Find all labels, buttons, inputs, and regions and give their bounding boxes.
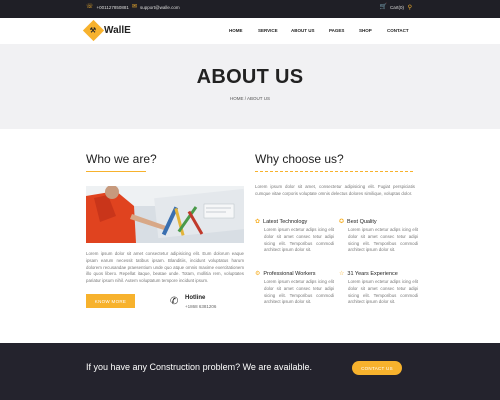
top-phone-text: +001127850881 bbox=[96, 4, 129, 10]
search-icon[interactable]: ⚲ bbox=[408, 4, 412, 11]
who-heading: Who we are? bbox=[86, 152, 157, 166]
feature-text: Lorem ipsum ectetur adips icing elit dol… bbox=[264, 279, 334, 305]
top-phone[interactable]: ☏ +001127850881 bbox=[86, 4, 129, 10]
nav-home[interactable]: HOME bbox=[229, 28, 243, 33]
trophy-icon: ☆ bbox=[339, 271, 345, 277]
know-more-button[interactable]: KNOW MORE bbox=[86, 294, 135, 308]
logo-text: WallE bbox=[104, 25, 131, 36]
page-title: ABOUT US bbox=[196, 66, 304, 88]
feature-title: Best Quality bbox=[347, 218, 377, 225]
mail-icon: ✉ bbox=[132, 4, 138, 10]
phone-icon: ☏ bbox=[86, 4, 94, 10]
top-email-text: support@walle.com bbox=[140, 4, 180, 10]
why-intro: Lorem ipsum dolor sit amet, consectetur … bbox=[255, 184, 415, 196]
contact-us-button[interactable]: CONTACT US bbox=[352, 361, 402, 375]
feature-text: Lorem ipsum ectetur adips icing elit dol… bbox=[348, 279, 418, 305]
who-body: Lorem ipsum dolor sit amet consectetur a… bbox=[86, 251, 244, 284]
top-bar: ☏ +001127850881 ✉ support@walle.com 🛒 Ca… bbox=[0, 0, 500, 18]
top-email[interactable]: ✉ support@walle.com bbox=[132, 4, 180, 10]
workers-icon: ⚙ bbox=[255, 271, 261, 277]
bulb-icon: ✿ bbox=[255, 219, 261, 225]
nav-service[interactable]: SERVICE bbox=[258, 28, 278, 33]
cart-icon: 🛒 bbox=[379, 4, 387, 10]
nav-pages[interactable]: PAGES bbox=[329, 28, 344, 33]
team-photo bbox=[86, 186, 244, 243]
nav-about-us[interactable]: ABOUT US bbox=[291, 28, 315, 33]
why-heading: Why choose us? bbox=[255, 152, 344, 166]
hotline-number: +1868 6381206 bbox=[185, 304, 217, 309]
feature-text: Lorem ipsum ectetur adips icing elit dol… bbox=[264, 227, 334, 253]
who-underline bbox=[86, 171, 146, 172]
cart-text: Cart(0) bbox=[389, 4, 404, 10]
nav-shop[interactable]: SHOP bbox=[359, 28, 372, 33]
cta-message: If you have any Construction problem? We… bbox=[86, 362, 312, 372]
nav-contact[interactable]: CONTACT bbox=[387, 28, 409, 33]
cta-banner: If you have any Construction problem? We… bbox=[0, 343, 500, 400]
breadcrumb[interactable]: HOME / ABOUT US bbox=[0, 96, 500, 101]
feature-title: Professional Workers bbox=[263, 270, 316, 277]
feature-text: Lorem ipsum ectetur adips icing elit dol… bbox=[348, 227, 418, 253]
feature-title: Latest Technology bbox=[263, 218, 308, 225]
logo-mark-icon: ⚒ bbox=[82, 19, 105, 42]
cart-link[interactable]: 🛒 Cart(0) bbox=[380, 4, 405, 10]
team-photo-graphic bbox=[86, 186, 244, 243]
page-hero: ABOUT US HOME / ABOUT US bbox=[0, 44, 500, 129]
why-underline bbox=[255, 171, 415, 172]
logo[interactable]: ⚒ WallE bbox=[82, 19, 131, 42]
hotline-title: Hotline bbox=[185, 295, 206, 301]
hotline-phone-icon: ✆ bbox=[170, 296, 179, 307]
medal-icon: ✪ bbox=[339, 219, 345, 225]
main-navbar: ⚒ WallE HOME SERVICE ABOUT US PAGES SHOP… bbox=[0, 18, 500, 44]
feature-title: 31 Years Experience bbox=[347, 270, 398, 277]
